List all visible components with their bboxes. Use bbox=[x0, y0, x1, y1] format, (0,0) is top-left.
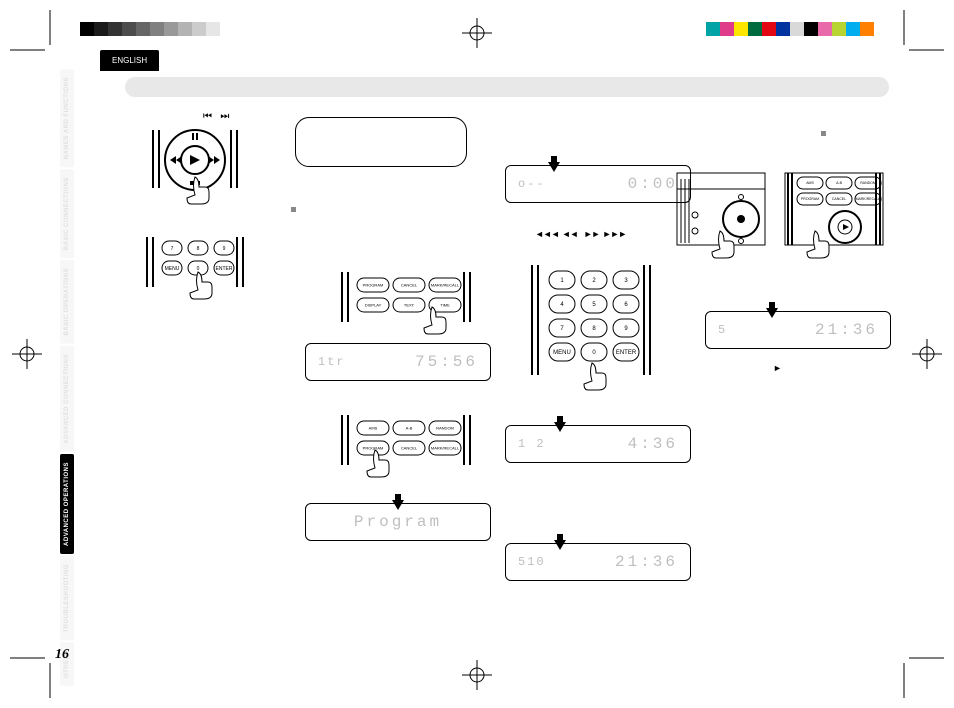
skip-icons: ⏮ ⏭ bbox=[203, 111, 229, 122]
svg-text:PROGRAM: PROGRAM bbox=[801, 197, 819, 201]
svg-text:CANCEL: CANCEL bbox=[832, 197, 846, 201]
svg-text:RANDOM: RANDOM bbox=[860, 181, 876, 185]
bullet-icon bbox=[291, 207, 296, 212]
bullet-icon bbox=[821, 131, 826, 136]
svg-text:TIME: TIME bbox=[440, 302, 450, 307]
page-number: 16 bbox=[55, 647, 69, 663]
registration-mark-left bbox=[12, 339, 42, 369]
svg-text:CANCEL: CANCEL bbox=[401, 445, 418, 450]
side-tab: BASIC OPERATIONS bbox=[60, 260, 74, 344]
side-tab: BASIC CONNECTIONS bbox=[60, 169, 74, 258]
forward-2x-icon: ►►► bbox=[602, 229, 626, 239]
svg-text:9: 9 bbox=[223, 246, 226, 252]
svg-text:AMS: AMS bbox=[806, 181, 814, 185]
svg-text:MARK/RECALL: MARK/RECALL bbox=[431, 282, 460, 287]
svg-text:ENTER: ENTER bbox=[616, 350, 637, 356]
forward-icon: ►► bbox=[584, 229, 600, 239]
lcd-display-5: 510 21:36 bbox=[505, 543, 691, 581]
arrow-down-icon bbox=[764, 302, 780, 318]
grayscale-bar bbox=[80, 22, 234, 36]
transport-icons: ◄◄◄ ◄◄ ►► ►►► bbox=[535, 229, 626, 239]
arrow-down-icon bbox=[390, 494, 406, 510]
svg-text:CANCEL: CANCEL bbox=[401, 282, 418, 287]
svg-text:MARK/RECALL: MARK/RECALL bbox=[431, 445, 460, 450]
svg-text:MENU: MENU bbox=[165, 266, 180, 272]
side-tabs: NAMES AND FUNCTIONS BASIC CONNECTIONS BASI… bbox=[60, 69, 88, 688]
lcd-display-3: o-- 0:00 bbox=[505, 165, 691, 203]
lcd-display-4: 1 2 4:36 bbox=[505, 425, 691, 463]
color-bar bbox=[706, 22, 874, 36]
svg-text:AMS: AMS bbox=[369, 425, 378, 430]
rewind-2x-icon: ◄◄◄ bbox=[535, 229, 559, 239]
svg-text:TEXT: TEXT bbox=[404, 302, 415, 307]
svg-text:A-B: A-B bbox=[836, 181, 843, 185]
svg-text:RANDOM: RANDOM bbox=[436, 425, 454, 430]
remote-numpad-full: 123456789MENU0ENTER bbox=[527, 263, 657, 413]
registration-mark-bottom bbox=[462, 660, 492, 690]
side-tab: NAMES AND FUNCTIONS bbox=[60, 69, 74, 167]
remote-buttons-ams: AMS A-B RANDOM PROGRAM CANCEL MARK/RECALL bbox=[337, 413, 477, 493]
side-tab: TROUBLESHOOTING bbox=[60, 556, 74, 641]
lcd-display-1: 1tr 75:56 bbox=[305, 343, 491, 381]
section-title-bar bbox=[125, 77, 889, 97]
remote-buttons-program: PROGRAM CANCEL MARK/RECALL DISPLAY TEXT TIME bbox=[337, 270, 477, 350]
svg-text:PROGRAM: PROGRAM bbox=[363, 445, 384, 450]
front-panel-diagram: AMSA-BRANDOMPROGRAMCANCELMARK/RECALL bbox=[675, 153, 885, 263]
side-tab: ADVANCED OPERATIONS bbox=[60, 454, 74, 554]
arrow-down-icon bbox=[552, 416, 568, 432]
registration-mark-right bbox=[912, 339, 942, 369]
remote-numpad-small: 7 8 9 MENU 0 ENTER bbox=[140, 235, 250, 315]
svg-text:MENU: MENU bbox=[553, 350, 571, 356]
svg-text:0: 0 bbox=[197, 266, 200, 272]
side-tab: ADVANCED CONNECTIONS bbox=[60, 346, 74, 452]
rewind-icon: ◄◄ bbox=[562, 229, 578, 239]
play-icon: ► bbox=[773, 363, 782, 373]
svg-text:ENTER: ENTER bbox=[216, 266, 233, 272]
svg-text:7: 7 bbox=[171, 246, 174, 252]
svg-text:A-B: A-B bbox=[406, 425, 413, 430]
lcd-display-6: 5 21:36 bbox=[705, 311, 891, 349]
arrow-down-icon bbox=[546, 156, 562, 172]
language-tab: ENGLISH bbox=[100, 50, 159, 71]
skip-back-icon: ⏮ bbox=[203, 111, 212, 122]
skip-fwd-icon: ⏭ bbox=[220, 111, 229, 122]
registration-mark-top bbox=[462, 18, 492, 48]
svg-text:PROGRAM: PROGRAM bbox=[363, 282, 384, 287]
arrow-down-icon bbox=[552, 534, 568, 550]
instruction-box bbox=[295, 117, 467, 167]
lcd-display-program: Program bbox=[305, 503, 491, 541]
svg-text:8: 8 bbox=[197, 246, 200, 252]
svg-text:DISPLAY: DISPLAY bbox=[365, 302, 382, 307]
remote-playback-control bbox=[140, 125, 250, 220]
